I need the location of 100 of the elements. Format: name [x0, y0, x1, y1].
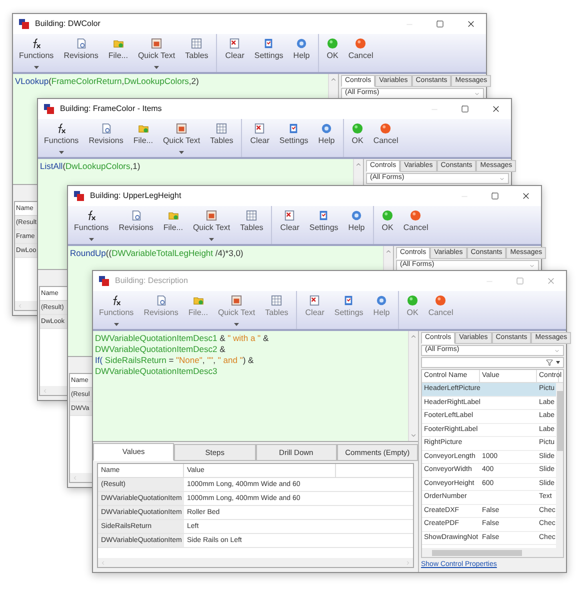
toolbar-button[interactable]: Help	[291, 38, 312, 61]
toolbar-button[interactable]: OK	[324, 38, 340, 61]
folder-icon	[138, 123, 149, 134]
scroll-left-icon[interactable]	[42, 388, 48, 394]
ok-icon	[407, 295, 418, 306]
document-icon	[156, 295, 167, 306]
scroll-up-icon[interactable]	[410, 333, 417, 340]
toolbar-button[interactable]: Tables	[263, 295, 290, 318]
toolbar-button[interactable]: Tables	[208, 123, 236, 146]
ok-icon	[327, 38, 338, 49]
toolbar-button[interactable]: Help	[316, 123, 337, 146]
image-icon	[176, 123, 188, 134]
toolbar-button[interactable]: OK	[350, 123, 366, 146]
scroll-right-icon[interactable]	[405, 560, 411, 566]
toolbar-button[interactable]: Revisions	[116, 210, 156, 233]
function-icon	[56, 123, 67, 134]
code-line: ListAll(DwLookupColors,1)	[40, 161, 142, 172]
scroll-left-icon[interactable]	[100, 560, 106, 566]
code-line: If( SideRailsReturn = "None", "", " and ") &	[95, 355, 255, 366]
toolbar-button[interactable]: Revisions	[142, 295, 180, 318]
code-line: DWVariableQuotationItemDesc3	[95, 366, 218, 377]
toolbar-button[interactable]: Functions	[42, 123, 81, 154]
window-title: Building: DWColor	[35, 18, 100, 30]
scroll-up-icon[interactable]	[355, 161, 362, 168]
caret-icon	[209, 238, 214, 241]
scroll-up-icon[interactable]	[330, 76, 337, 83]
formula-editor[interactable]: DWVariableQuotationItemDesc1 & " with a " & DWVariableQuotationItemDesc2 & If( SideRailsReturn = "None", "", " and ") & DWVariableQuotationItemDesc3	[93, 331, 418, 441]
table-icon	[191, 38, 202, 49]
toolbar-button[interactable]: File...	[131, 123, 155, 146]
toolbar-button[interactable]: Clear	[248, 123, 272, 146]
chevron-down-icon	[554, 348, 560, 354]
cancel-icon	[435, 295, 446, 306]
toolbar-button[interactable]: Revisions	[86, 123, 126, 146]
toolbar-button[interactable]: Quick Text	[190, 210, 232, 241]
toolbar-button[interactable]: Functions	[17, 38, 56, 69]
scrollbar[interactable]	[98, 558, 413, 567]
code-line: VLookup(FrameColorReturn,DwLookupColors,2)	[15, 76, 200, 87]
maximize-icon[interactable]	[436, 20, 444, 28]
image-icon	[206, 210, 218, 221]
toolbar-button[interactable]: Help	[371, 295, 392, 318]
code-line: DWVariableQuotationItemDesc1 & " with a " &	[95, 333, 270, 344]
close-icon[interactable]	[521, 191, 531, 201]
scroll-down-icon[interactable]	[410, 432, 417, 439]
maximize-icon[interactable]	[461, 105, 469, 113]
scrollbar[interactable]	[422, 548, 563, 557]
toolbar-button[interactable]: Quick Text	[216, 295, 258, 326]
toolbar-button[interactable]: Tables	[238, 210, 266, 233]
toolbar-button[interactable]: OK	[380, 210, 396, 233]
help-icon	[351, 210, 362, 221]
toolbar-button[interactable]: Revisions	[62, 38, 100, 61]
app-icon	[44, 104, 54, 114]
scroll-thumb[interactable]	[556, 391, 562, 451]
clear-icon	[229, 38, 240, 49]
caret-icon	[34, 66, 39, 69]
scroll-left-icon[interactable]	[17, 302, 23, 308]
toolbar-button[interactable]: File...	[106, 38, 130, 61]
toolbar-button[interactable]: Cancel	[371, 123, 400, 146]
close-icon[interactable]	[466, 19, 476, 29]
maximize-icon[interactable]	[491, 192, 499, 200]
toolbar-button[interactable]: Clear	[223, 38, 246, 61]
table-icon	[271, 295, 282, 306]
caret-icon	[154, 66, 160, 69]
toolbar-button[interactable]: Quick Text	[136, 38, 178, 69]
chevron-down-icon	[529, 262, 535, 268]
scroll-up-icon[interactable]	[385, 248, 392, 255]
toolbar-button[interactable]: Cancel	[401, 210, 430, 233]
close-icon[interactable]	[491, 104, 501, 114]
toolbar-button[interactable]: Clear	[278, 210, 302, 233]
scroll-left-icon[interactable]	[72, 474, 78, 480]
chevron-down-icon	[474, 90, 480, 96]
clear-icon	[309, 295, 320, 306]
cancel-icon	[355, 38, 366, 49]
table-icon	[246, 210, 258, 221]
toolbar-button[interactable]: Tables	[183, 38, 210, 61]
toolbar-button[interactable]: File...	[161, 210, 185, 233]
ok-icon	[352, 123, 364, 134]
toolbar-button[interactable]: Settings	[252, 38, 286, 61]
filter-field[interactable]	[421, 357, 564, 368]
toolbar-button[interactable]: Cancel	[346, 38, 376, 61]
image-icon	[231, 295, 242, 306]
clear-icon	[254, 123, 266, 134]
toolbar-button[interactable]: Settings	[332, 295, 366, 318]
toolbar-button[interactable]: Settings	[307, 210, 340, 233]
toolbar-button[interactable]: Settings	[277, 123, 310, 146]
scrollbar[interactable]	[556, 383, 563, 548]
scrollbar[interactable]	[408, 331, 418, 441]
toolbar-button[interactable]: Quick Text	[160, 123, 202, 154]
window-title: Building: UpperLegHeight	[90, 190, 182, 202]
toolbar-button[interactable]: Cancel	[426, 295, 456, 318]
clipboard-icon	[263, 38, 274, 49]
caret-icon[interactable]	[556, 361, 560, 364]
toolbar-button[interactable]: Help	[346, 210, 367, 233]
caret-icon	[179, 151, 184, 154]
caret-icon	[88, 238, 94, 241]
filter-icon[interactable]	[546, 359, 553, 366]
toolbar-button[interactable]: Clear	[303, 295, 326, 318]
ok-icon	[382, 210, 394, 221]
scroll-thumb[interactable]	[432, 550, 522, 556]
toolbar-button[interactable]: OK	[404, 295, 420, 318]
toolbar-button[interactable]: File...	[186, 295, 210, 318]
